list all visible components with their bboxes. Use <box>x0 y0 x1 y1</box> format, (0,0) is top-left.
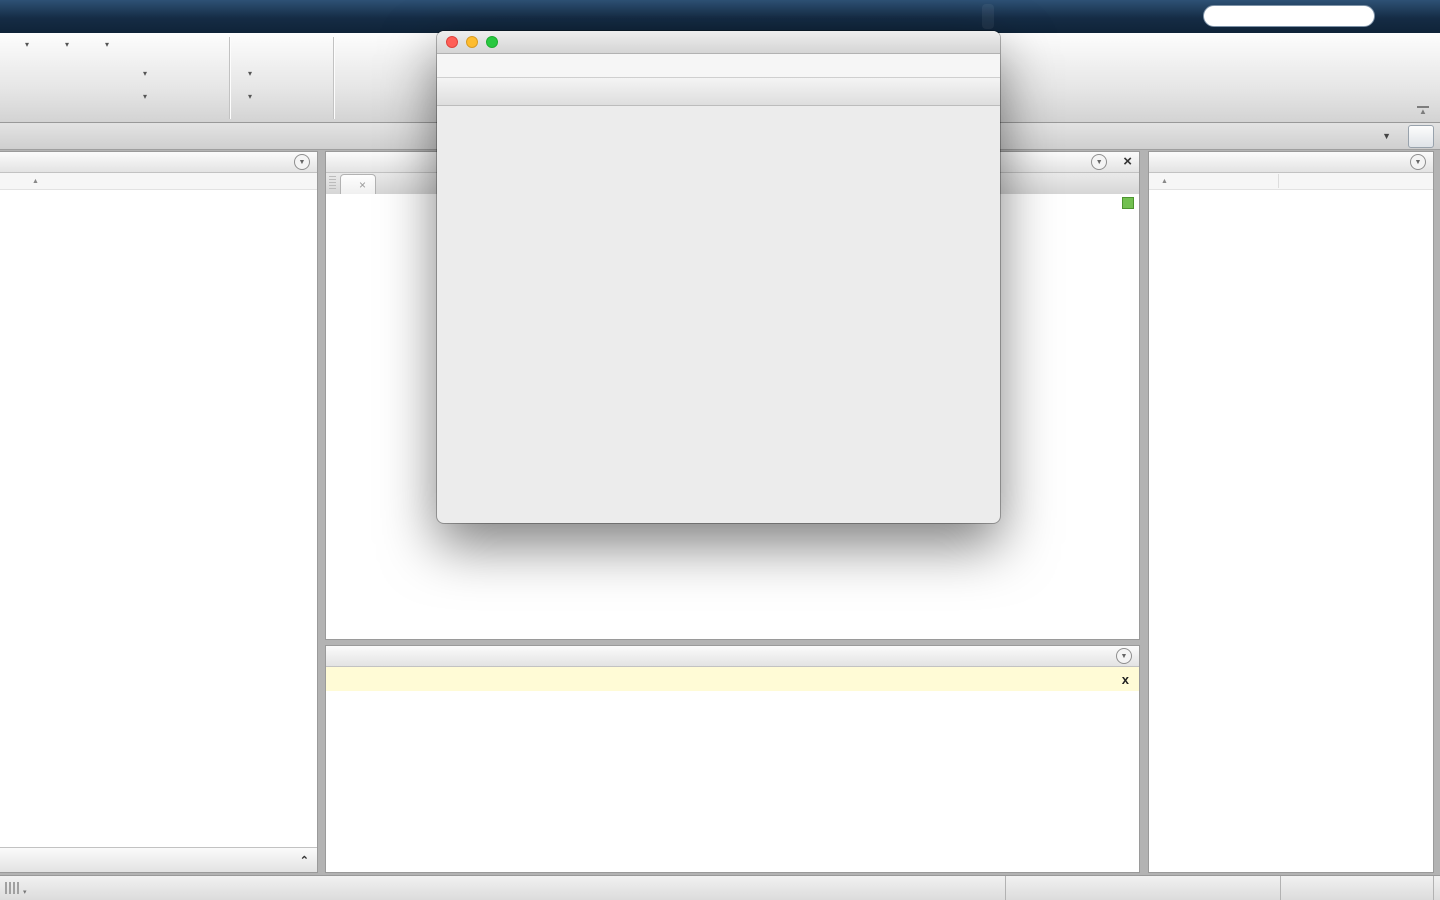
minimize-window-button[interactable] <box>466 36 478 48</box>
tabbar-grip[interactable] <box>329 176 336 189</box>
panel-menu-icon[interactable]: ▼ <box>1116 648 1132 664</box>
window-controls <box>446 36 498 48</box>
figure-titlebar[interactable] <box>437 31 1000 54</box>
statusbar-grip[interactable]: ▾ <box>5 882 27 896</box>
status-bar: ▾ <box>0 875 1440 900</box>
workspace-column-header[interactable]: ▲ <box>1149 173 1433 190</box>
save-button[interactable]: ▾ <box>88 38 126 49</box>
panel-menu-icon[interactable]: ▼ <box>1091 154 1107 170</box>
print-button[interactable]: ▾ <box>133 86 147 106</box>
command-output[interactable] <box>326 691 1139 872</box>
command-window-header: ▼ <box>326 646 1139 667</box>
quick-access-toolbar <box>982 4 994 29</box>
editor-tab-lab1[interactable]: × <box>340 174 376 194</box>
file-mode-indicator <box>1005 876 1281 900</box>
sort-ascending-icon: ▲ <box>1161 178 1168 185</box>
chevron-down-icon: ▾ <box>248 69 252 78</box>
collapse-ribbon-button[interactable]: ▲ <box>1416 106 1430 118</box>
chevron-down-icon: ▾ <box>25 40 29 49</box>
close-tab-icon[interactable]: × <box>359 178 366 192</box>
current-folder-panel: ▼ ▲ ⌃ <box>0 151 318 873</box>
panel-menu-icon[interactable]: ▼ <box>294 154 310 170</box>
chevron-down-icon: ▾ <box>65 40 69 49</box>
panel-menu-icon[interactable]: ▼ <box>1410 154 1426 170</box>
command-window-panel: ▼ x <box>325 645 1140 873</box>
path-search-button[interactable] <box>1408 125 1434 148</box>
path-dropdown-arrow[interactable]: ▼ <box>1382 131 1401 141</box>
find-button[interactable]: ▾ <box>238 86 252 106</box>
sort-ascending-icon: ▲ <box>32 178 39 185</box>
chevron-down-icon: ▾ <box>248 92 252 101</box>
current-folder-header: ▼ <box>0 152 317 173</box>
figure-canvas <box>437 104 1000 523</box>
zoom-window-button[interactable] <box>486 36 498 48</box>
search-input[interactable] <box>1217 8 1366 24</box>
figure-menubar <box>437 54 1000 78</box>
workspace-header: ▼ <box>1149 152 1433 173</box>
close-banner-icon[interactable]: x <box>1122 672 1129 687</box>
chevron-down-icon: ▾ <box>105 40 109 49</box>
chevron-up-icon: ⌃ <box>300 854 309 867</box>
figure-window[interactable] <box>437 31 1000 523</box>
figure-toolbar <box>437 78 1000 106</box>
name-column-header[interactable]: ▲ <box>0 173 317 190</box>
new-button[interactable]: ▾ <box>8 38 46 49</box>
workspace-panel: ▼ ▲ <box>1148 151 1434 873</box>
cursor-position-indicator <box>1281 876 1434 900</box>
close-icon[interactable]: × <box>1123 155 1132 169</box>
details-bar[interactable]: ⌃ <box>0 847 317 872</box>
getting-started-banner: x <box>326 667 1139 692</box>
code-analyzer-indicator[interactable] <box>1122 197 1134 209</box>
chevron-down-icon: ▾ <box>143 92 147 101</box>
matlab-window: ▾ ▾ ▾ ▾ ▾ <box>0 0 1440 900</box>
close-window-button[interactable] <box>446 36 458 48</box>
chevron-down-icon: ▾ <box>143 69 147 78</box>
open-button[interactable]: ▾ <box>48 38 86 49</box>
documentation-search[interactable] <box>1203 5 1375 27</box>
compare-button[interactable]: ▾ <box>133 63 147 83</box>
goto-button[interactable]: ▾ <box>238 63 252 83</box>
find-files-button[interactable] <box>133 40 138 60</box>
